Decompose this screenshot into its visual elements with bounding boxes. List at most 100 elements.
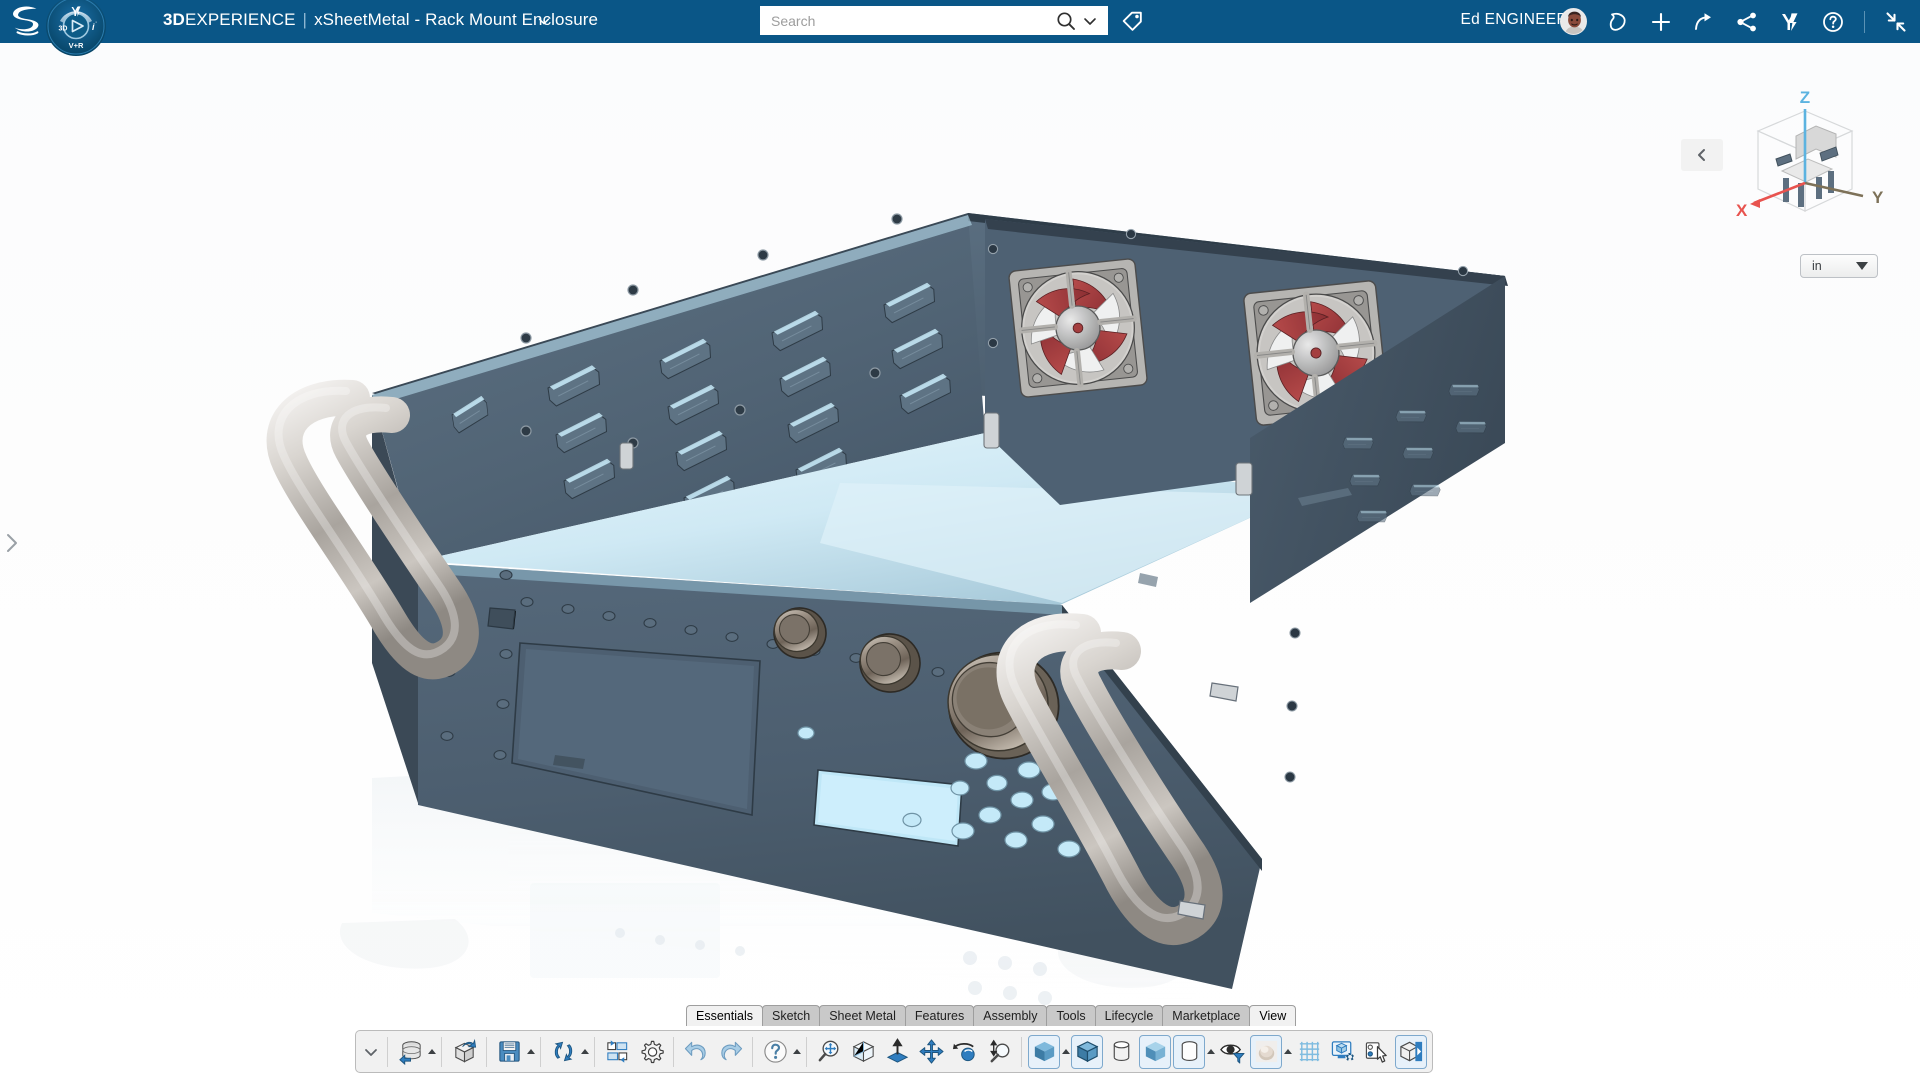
refresh-dropdown-caret[interactable] <box>581 1049 589 1054</box>
settings-button[interactable] <box>635 1035 667 1069</box>
help-button[interactable] <box>759 1035 791 1069</box>
search-chevron-down-icon[interactable] <box>1080 11 1100 31</box>
undo-button[interactable] <box>680 1035 712 1069</box>
share-nodes-icon[interactable] <box>1735 10 1759 34</box>
tab-marketplace[interactable]: Marketplace <box>1162 1005 1250 1026</box>
axis-z-label: Z <box>1800 88 1810 107</box>
ambient-occlusion-button[interactable] <box>1250 1035 1282 1069</box>
view-orientation-cube[interactable]: Z Y X <box>1720 79 1890 239</box>
shading-with-edges-button[interactable] <box>1071 1035 1103 1069</box>
tab-assembly[interactable]: Assembly <box>973 1005 1047 1026</box>
help-dropdown-caret[interactable] <box>793 1049 801 1054</box>
svg-text:V+R: V+R <box>69 41 84 50</box>
tab-sheet-metal[interactable]: Sheet Metal <box>819 1005 906 1026</box>
plus-icon[interactable] <box>1649 10 1673 34</box>
3dexperience-compass[interactable]: 3D i ' V+R <box>44 0 108 58</box>
user-avatar[interactable] <box>1560 8 1587 35</box>
right-panel-collapse-button[interactable] <box>1681 139 1723 171</box>
open-database-button[interactable] <box>394 1035 426 1069</box>
shading-cube-icon <box>1031 1038 1058 1065</box>
save-button[interactable] <box>493 1035 525 1069</box>
tree-panel-expand-toggle[interactable] <box>2 530 22 556</box>
view-sectioning-icon <box>1398 1038 1425 1065</box>
share-arrow-icon[interactable] <box>1692 10 1716 34</box>
refresh-button[interactable] <box>547 1035 579 1069</box>
pan-icon <box>918 1038 945 1065</box>
tab-features[interactable]: Features <box>905 1005 974 1026</box>
grid-icon <box>1296 1038 1323 1065</box>
tab-sketch[interactable]: Sketch <box>762 1005 820 1026</box>
brand-prefix: 3D <box>163 10 185 29</box>
tab-essentials[interactable]: Essentials <box>686 1005 763 1026</box>
pan-button[interactable] <box>915 1035 947 1069</box>
toolbar-separator <box>387 1037 388 1067</box>
open-database-icon <box>397 1038 424 1065</box>
3d-viewport[interactable]: Z Y X in Essentials Sketch Sheet Metal F… <box>0 43 1920 1080</box>
header-icon-group <box>1560 0 1908 43</box>
bottom-action-toolbar <box>355 1030 1433 1073</box>
zoom-button[interactable] <box>983 1035 1015 1069</box>
axis-x-label: X <box>1736 201 1748 220</box>
iso-view-button[interactable] <box>847 1035 879 1069</box>
search-bar[interactable] <box>760 6 1108 35</box>
rack-mount-enclosure-model[interactable] <box>0 43 1920 1080</box>
tab-tools[interactable]: Tools <box>1046 1005 1095 1026</box>
svg-text:': ' <box>96 22 97 28</box>
compass-y-icon[interactable] <box>1778 10 1802 34</box>
shaded-cylinder-cube-icon <box>1142 1038 1169 1065</box>
save-dropdown-caret[interactable] <box>527 1049 535 1054</box>
normal-to-plane-icon <box>884 1038 911 1065</box>
open-dropdown-caret[interactable] <box>428 1049 436 1054</box>
tab-view[interactable]: View <box>1249 1005 1296 1026</box>
tab-label: Essentials <box>696 1009 753 1023</box>
shading-button[interactable] <box>1028 1035 1060 1069</box>
fit-all-button[interactable] <box>813 1035 845 1069</box>
header-divider <box>1864 11 1865 33</box>
help-question-icon[interactable] <box>1821 10 1845 34</box>
collapse-arrows-icon[interactable] <box>1884 10 1908 34</box>
wireframe-button[interactable] <box>1105 1035 1137 1069</box>
tab-label: Lifecycle <box>1105 1009 1154 1023</box>
eye-filter-icon <box>1219 1038 1246 1065</box>
sectioning-button[interactable] <box>1395 1035 1427 1069</box>
tab-label: Marketplace <box>1172 1009 1240 1023</box>
small-slot <box>488 608 515 629</box>
3ds-logo[interactable] <box>8 4 46 38</box>
grid-button[interactable] <box>1293 1035 1325 1069</box>
display-mode-button[interactable] <box>1173 1035 1205 1069</box>
visibility-filter-button[interactable] <box>1216 1035 1248 1069</box>
rotate-button[interactable] <box>949 1035 981 1069</box>
normal-to-button[interactable] <box>881 1035 913 1069</box>
display-settings-button[interactable] <box>1327 1035 1359 1069</box>
units-selector[interactable]: in <box>1800 254 1878 278</box>
tab-label: Tools <box>1056 1009 1085 1023</box>
undo-icon <box>683 1038 710 1065</box>
search-icon[interactable] <box>1054 9 1078 33</box>
search-input[interactable] <box>761 7 1054 34</box>
rotate-icon <box>952 1038 979 1065</box>
shading-with-edges-icon <box>1074 1038 1101 1065</box>
toolbar-separator <box>441 1037 442 1067</box>
user-name-label[interactable]: Ed ENGINEER <box>1460 11 1568 29</box>
shading-dropdown-caret[interactable] <box>1062 1049 1070 1054</box>
notification-bubble-icon[interactable] <box>1606 10 1630 34</box>
ambient-occlusion-dropdown-caret[interactable] <box>1284 1049 1292 1054</box>
export-box-button[interactable] <box>448 1035 480 1069</box>
material-shading-button[interactable] <box>1139 1035 1171 1069</box>
axis-y-label: Y <box>1872 188 1884 207</box>
tab-label: Assembly <box>983 1009 1037 1023</box>
selection-mode-button[interactable] <box>1361 1035 1393 1069</box>
toolbar-separator <box>806 1037 807 1067</box>
redo-button[interactable] <box>714 1035 746 1069</box>
arrange-windows-button[interactable] <box>601 1035 633 1069</box>
title-chevron-down-icon[interactable] <box>537 14 551 28</box>
tab-label: Features <box>915 1009 964 1023</box>
tab-lifecycle[interactable]: Lifecycle <box>1095 1005 1164 1026</box>
application-window: 3D i ' V+R 3DEXPERIENCE|xSheetMetal - Ra… <box>0 0 1920 1080</box>
display-settings-icon <box>1330 1038 1357 1065</box>
toolbar-collapse-button[interactable] <box>360 1035 382 1069</box>
redo-icon <box>717 1038 744 1065</box>
brand-suffix: EXPERIENCE <box>185 10 296 29</box>
display-mode-dropdown-caret[interactable] <box>1207 1049 1215 1054</box>
tag-icon[interactable] <box>1120 8 1145 33</box>
